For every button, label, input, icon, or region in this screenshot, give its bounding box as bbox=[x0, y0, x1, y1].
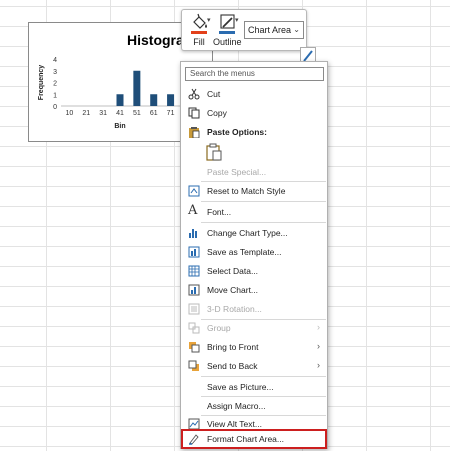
menu-item-label: Assign Macro... bbox=[207, 401, 266, 411]
y-tick-label: 4 bbox=[53, 57, 57, 64]
menu-item-format-chart-area[interactable]: Format Chart Area... bbox=[181, 429, 327, 449]
menu-item-label: Save as Picture... bbox=[207, 382, 274, 392]
menu-item-group[interactable]: Group › bbox=[182, 319, 326, 337]
menu-item-label: View Alt Text... bbox=[207, 419, 262, 429]
menu-item-move-chart[interactable]: Move Chart... bbox=[182, 281, 326, 299]
menu-item-label: Paste Options: bbox=[207, 127, 267, 137]
x-tick-label: 10 bbox=[66, 110, 74, 117]
format-chart-area-icon bbox=[189, 434, 199, 445]
outline-button[interactable]: ▾ Outline bbox=[213, 12, 242, 50]
chevron-right-icon: › bbox=[317, 341, 320, 351]
menu-item-font[interactable]: A Font... bbox=[182, 203, 326, 221]
menu-search-input[interactable]: Search the menus bbox=[185, 67, 324, 81]
fill-label: Fill bbox=[193, 37, 205, 47]
menu-item-reset-style[interactable]: Reset to Match Style bbox=[182, 182, 326, 200]
y-tick-label: 1 bbox=[53, 92, 57, 99]
menu-item-label: Change Chart Type... bbox=[207, 228, 288, 238]
menu-item-label: Copy bbox=[207, 108, 227, 118]
x-tick-label: 71 bbox=[167, 110, 175, 117]
move-chart-icon bbox=[188, 284, 200, 296]
alt-text-icon bbox=[188, 418, 200, 430]
chart-type-icon bbox=[189, 229, 197, 238]
send-back-icon bbox=[188, 360, 199, 371]
menu-search-placeholder: Search the menus bbox=[190, 69, 255, 78]
bring-front-icon bbox=[189, 342, 200, 353]
font-icon: A bbox=[188, 203, 198, 218]
reset-style-icon bbox=[188, 185, 200, 197]
menu-item-3d-rotation[interactable]: 3-D Rotation... bbox=[182, 300, 326, 318]
menu-item-label: Paste Special... bbox=[207, 167, 267, 177]
fill-button[interactable]: ▾ Fill bbox=[185, 12, 213, 50]
x-tick-label: 51 bbox=[133, 110, 141, 117]
chevron-down-icon: ▾ bbox=[207, 17, 211, 24]
menu-item-label: Select Data... bbox=[207, 266, 259, 276]
menu-item-label: Bring to Front bbox=[207, 342, 259, 352]
context-menu: Search the menus Cut Copy Paste Options: bbox=[180, 61, 328, 449]
chevron-down-icon: ▾ bbox=[235, 17, 239, 24]
template-icon bbox=[188, 246, 200, 258]
histogram-bar bbox=[167, 94, 175, 106]
chevron-right-icon: › bbox=[317, 322, 320, 332]
copy-icon bbox=[188, 107, 200, 119]
menu-item-label: Save as Template... bbox=[207, 247, 282, 257]
chevron-down-icon: ⌄ bbox=[293, 25, 300, 34]
menu-item-paste-special[interactable]: Paste Special... bbox=[182, 163, 326, 181]
y-tick-label: 2 bbox=[53, 81, 57, 88]
menu-item-change-chart-type[interactable]: Change Chart Type... bbox=[182, 224, 326, 242]
paste-option-button[interactable] bbox=[206, 143, 222, 161]
histogram-bar bbox=[133, 70, 141, 106]
x-tick-label: 31 bbox=[99, 110, 107, 117]
scissors-icon bbox=[188, 88, 200, 100]
menu-item-bring-to-front[interactable]: Bring to Front › bbox=[182, 338, 326, 356]
paste-icon bbox=[189, 127, 200, 138]
menu-item-assign-macro[interactable]: Assign Macro... bbox=[182, 397, 326, 415]
menu-item-label: Cut bbox=[207, 89, 221, 99]
menu-item-save-as-picture[interactable]: Save as Picture... bbox=[182, 378, 326, 396]
menu-item-label: Reset to Match Style bbox=[207, 186, 286, 196]
menu-item-cut[interactable]: Cut bbox=[182, 85, 326, 103]
chart-element-value: Chart Area bbox=[248, 25, 292, 35]
clipboard-icon bbox=[206, 143, 222, 161]
y-tick-label: 0 bbox=[53, 104, 57, 111]
menu-item-label: Font... bbox=[207, 207, 232, 217]
select-data-icon bbox=[188, 265, 200, 277]
menu-item-label: Move Chart... bbox=[207, 285, 259, 295]
menu-item-copy[interactable]: Copy bbox=[182, 104, 326, 122]
menu-item-select-data[interactable]: Select Data... bbox=[182, 262, 326, 280]
menu-separator bbox=[201, 376, 326, 377]
menu-separator bbox=[201, 222, 326, 223]
histogram-bar bbox=[116, 94, 124, 106]
y-tick-label: 3 bbox=[53, 69, 57, 76]
rotation-icon bbox=[188, 303, 200, 315]
menu-item-label: Group bbox=[207, 323, 231, 333]
menu-item-send-to-back[interactable]: Send to Back › bbox=[182, 357, 326, 375]
menu-item-label: Format Chart Area... bbox=[207, 434, 284, 444]
mini-toolbar: ▾ Fill ▾ Outline Chart Area ⌄ bbox=[181, 9, 307, 51]
chevron-right-icon: › bbox=[317, 360, 320, 370]
x-axis-title: Bin bbox=[114, 123, 125, 130]
histogram-bar bbox=[150, 94, 158, 106]
menu-item-save-template[interactable]: Save as Template... bbox=[182, 243, 326, 261]
outline-label: Outline bbox=[213, 37, 242, 47]
group-icon bbox=[188, 322, 200, 334]
menu-separator bbox=[201, 201, 326, 202]
menu-item-label: 3-D Rotation... bbox=[207, 304, 262, 314]
x-tick-label: 61 bbox=[150, 110, 158, 117]
x-tick-label: 21 bbox=[82, 110, 90, 117]
menu-item-paste-options: Paste Options: bbox=[182, 123, 326, 141]
x-tick-label: 41 bbox=[116, 110, 124, 117]
y-axis-title: Frequency bbox=[38, 65, 45, 101]
menu-item-label: Send to Back bbox=[207, 361, 258, 371]
chart-element-select[interactable]: Chart Area ⌄ bbox=[244, 21, 304, 39]
